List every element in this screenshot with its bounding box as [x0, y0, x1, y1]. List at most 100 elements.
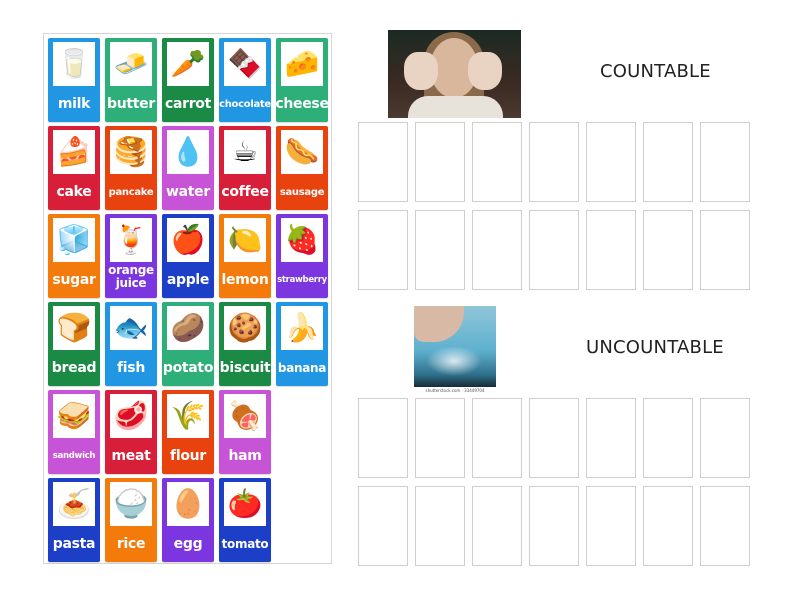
uncountable-slot[interactable]	[472, 486, 522, 566]
food-card-chocolate[interactable]: 🍫 chocolate	[219, 38, 271, 122]
food-card-label: pasta	[52, 535, 96, 552]
countable-slot[interactable]	[643, 210, 693, 290]
food-card-sugar[interactable]: 🧊 sugar	[48, 214, 100, 298]
food-card-label: sugar	[52, 271, 96, 288]
uncountable-slot[interactable]	[358, 398, 408, 478]
uncountable-slot[interactable]	[358, 486, 408, 566]
food-card-cake[interactable]: 🍰 cake	[48, 126, 100, 210]
food-card-label: sausage	[279, 186, 325, 198]
food-card-label: egg	[173, 535, 203, 552]
water-bottle-icon: 💧	[167, 130, 209, 174]
countable-slot[interactable]	[529, 122, 579, 202]
food-card-fish[interactable]: 🐟 fish	[105, 302, 157, 386]
countable-slot[interactable]	[643, 122, 693, 202]
countable-slot[interactable]	[472, 210, 522, 290]
countable-slot[interactable]	[586, 122, 636, 202]
food-card-coffee[interactable]: ☕ coffee	[219, 126, 271, 210]
apple-icon: 🍎	[167, 218, 209, 262]
uncountable-slot[interactable]	[529, 398, 579, 478]
food-card-orange-juice[interactable]: 🍹 orange juice	[105, 214, 157, 298]
food-card-flour[interactable]: 🌾 flour	[162, 390, 214, 474]
countable-slot[interactable]	[415, 210, 465, 290]
food-card-label: potato	[162, 359, 214, 376]
food-card-label: orange juice	[108, 263, 154, 290]
photo-splash	[426, 346, 482, 376]
food-card-label: tomato	[221, 536, 269, 551]
food-card-label: coffee	[221, 183, 269, 200]
sausage-icon: 🌭	[281, 130, 323, 174]
uncountable-slot[interactable]	[643, 486, 693, 566]
food-card-meat[interactable]: 🥩 meat	[105, 390, 157, 474]
uncountable-slot[interactable]	[415, 398, 465, 478]
food-card-label: cheese	[275, 95, 329, 112]
uncountable-slot[interactable]	[529, 486, 579, 566]
cheese-icon: 🧀	[281, 42, 323, 86]
food-card-butter[interactable]: 🧈 butter	[105, 38, 157, 122]
food-card-egg[interactable]: 🥚 egg	[162, 478, 214, 562]
uncountable-slot[interactable]	[700, 398, 750, 478]
food-card-label: fish	[117, 359, 145, 376]
food-card-sausage[interactable]: 🌭 sausage	[276, 126, 328, 210]
food-card-label: rice	[116, 535, 146, 552]
food-card-label: carrot	[164, 95, 212, 112]
food-card-ham[interactable]: 🍖 ham	[219, 390, 271, 474]
countable-slot[interactable]	[415, 122, 465, 202]
food-card-banana[interactable]: 🍌 banana	[276, 302, 328, 386]
coffee-cup-icon: ☕	[224, 130, 266, 174]
countable-slot[interactable]	[586, 210, 636, 290]
food-card-tomato[interactable]: 🍅 tomato	[219, 478, 271, 562]
food-card-strawberry[interactable]: 🍓 strawberry	[276, 214, 328, 298]
countable-slot[interactable]	[700, 210, 750, 290]
food-card-bread[interactable]: 🍞 bread	[48, 302, 100, 386]
girl-counting-fingers-photo	[388, 30, 521, 118]
food-card-sandwich[interactable]: 🥪 sandwich	[48, 390, 100, 474]
biscuit-icon: 🍪	[224, 306, 266, 350]
uncountable-slot[interactable]	[700, 486, 750, 566]
food-card-label: sandwich	[52, 450, 96, 461]
flour-icon: 🌾	[167, 394, 209, 438]
uncountable-heading: UNCOUNTABLE	[586, 337, 724, 358]
rice-bowl-icon: 🍚	[110, 482, 152, 526]
meat-steak-icon: 🥩	[110, 394, 152, 438]
countable-slot[interactable]	[358, 210, 408, 290]
fish-icon: 🐟	[110, 306, 152, 350]
food-card-biscuit[interactable]: 🍪 biscuit	[219, 302, 271, 386]
photo-shirt	[408, 96, 503, 118]
food-card-cheese[interactable]: 🧀 cheese	[275, 38, 329, 122]
countable-slot[interactable]	[472, 122, 522, 202]
food-card-label: banana	[277, 360, 327, 375]
food-card-pancake[interactable]: 🥞 pancake	[105, 126, 157, 210]
cake-icon: 🍰	[53, 130, 95, 174]
food-card-lemon[interactable]: 🍋 lemon	[219, 214, 271, 298]
food-card-label: meat	[111, 447, 151, 464]
countable-slot[interactable]	[529, 210, 579, 290]
food-card-rice[interactable]: 🍚 rice	[105, 478, 157, 562]
milk-bottle-icon: 🥛	[53, 42, 95, 86]
countable-slot[interactable]	[700, 122, 750, 202]
food-card-carrot[interactable]: 🥕 carrot	[162, 38, 214, 122]
uncountable-slot[interactable]	[643, 398, 693, 478]
food-card-pasta[interactable]: 🍝 pasta	[48, 478, 100, 562]
food-card-milk[interactable]: 🥛 milk	[48, 38, 100, 122]
lemon-icon: 🍋	[224, 218, 266, 262]
food-card-label: butter	[107, 95, 155, 112]
food-card-potato[interactable]: 🥔 potato	[162, 302, 214, 386]
countable-slot[interactable]	[358, 122, 408, 202]
food-card-label: milk	[57, 95, 91, 112]
sugar-cubes-icon: 🧊	[53, 218, 95, 262]
bread-icon: 🍞	[53, 306, 95, 350]
pancake-icon: 🥞	[110, 130, 152, 174]
butter-icon: 🧈	[110, 42, 152, 86]
pasta-icon: 🍝	[53, 482, 95, 526]
food-card-water[interactable]: 💧 water	[162, 126, 214, 210]
food-card-apple[interactable]: 🍎 apple	[162, 214, 214, 298]
food-card-label: water	[166, 183, 210, 200]
banana-icon: 🍌	[281, 306, 323, 350]
uncountable-slot[interactable]	[586, 398, 636, 478]
ham-icon: 🍖	[224, 394, 266, 438]
uncountable-slot[interactable]	[472, 398, 522, 478]
uncountable-slot[interactable]	[586, 486, 636, 566]
uncountable-slot[interactable]	[415, 486, 465, 566]
food-card-label: biscuit	[219, 359, 271, 376]
orange-juice-icon: 🍹	[110, 218, 152, 262]
